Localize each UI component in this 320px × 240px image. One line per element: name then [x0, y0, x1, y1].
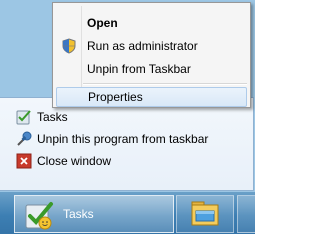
taskbar-button-file-explorer[interactable] — [176, 195, 234, 233]
jump-list-item-unpin[interactable]: Unpin this program from taskbar — [16, 130, 208, 148]
jump-list: Tasks Unpin this program from taskbar Cl… — [0, 97, 254, 191]
jump-list-item-close[interactable]: Close window — [16, 152, 111, 170]
menu-item-run-as-administrator[interactable]: Run as administrator — [56, 36, 247, 56]
tasks-app-icon — [16, 109, 32, 125]
taskbar-button-next[interactable] — [237, 195, 255, 233]
pin-icon — [16, 131, 32, 147]
jump-list-label: Unpin this program from taskbar — [37, 132, 209, 146]
jump-list-label: Tasks — [37, 110, 68, 124]
taskbar-button-label: Tasks — [63, 207, 94, 221]
menu-item-label: Run as administrator — [87, 39, 198, 53]
close-icon — [16, 153, 32, 169]
jump-list-item-tasks[interactable]: Tasks — [16, 108, 68, 126]
taskbar: Tasks — [0, 191, 255, 234]
jump-list-label: Close window — [37, 154, 112, 168]
file-explorer-icon — [190, 200, 220, 228]
menu-item-label: Properties — [88, 90, 143, 104]
desktop-screen: Tasks Unpin this program from taskbar Cl… — [0, 0, 255, 234]
menu-item-label: Open — [87, 16, 118, 30]
uac-shield-icon — [61, 38, 77, 54]
tasks-app-icon — [23, 199, 55, 231]
menu-item-unpin-from-taskbar[interactable]: Unpin from Taskbar — [56, 59, 247, 79]
menu-separator — [83, 83, 247, 85]
context-menu: Open Run as administrator Unpin from Tas… — [52, 2, 251, 108]
menu-item-label: Unpin from Taskbar — [87, 62, 191, 76]
menu-item-properties[interactable]: Properties — [56, 87, 247, 107]
taskbar-button-tasks[interactable]: Tasks — [14, 195, 174, 233]
menu-item-open[interactable]: Open — [56, 13, 247, 33]
